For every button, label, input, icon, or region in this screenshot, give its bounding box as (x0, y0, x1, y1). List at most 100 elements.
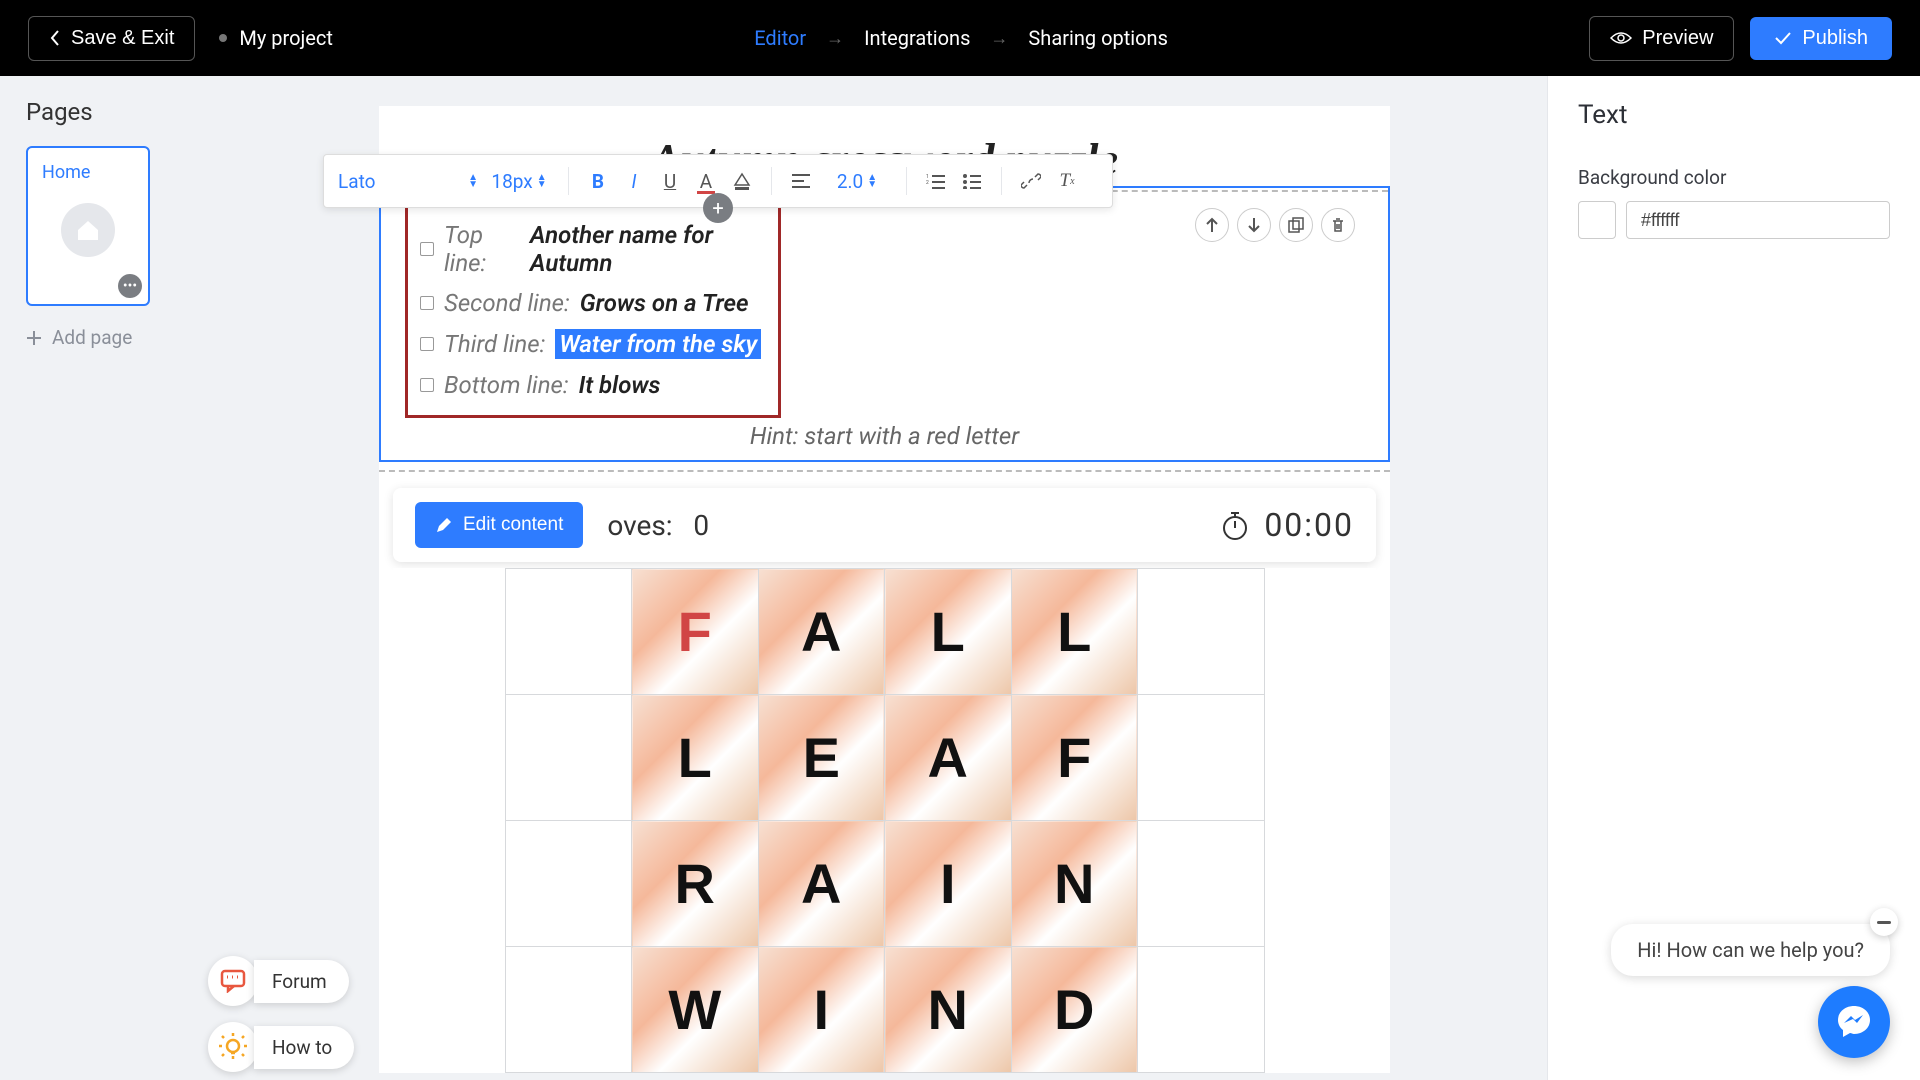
stepper-icon: ▲▼ (468, 174, 478, 188)
publish-button[interactable]: Publish (1750, 17, 1892, 60)
add-block-handle[interactable]: + (703, 193, 733, 223)
grid-cell[interactable]: L (1011, 569, 1138, 695)
grid-cell-empty (505, 947, 632, 1073)
grid-cell[interactable]: W (632, 947, 759, 1073)
canvas-page[interactable]: Autumn crossword puzzle Top line: Anothe… (379, 106, 1390, 1073)
chat-close-button[interactable] (1870, 908, 1898, 936)
clue-value-highlighted: Water from the sky (555, 329, 761, 359)
tab-sharing[interactable]: Sharing options (1028, 26, 1167, 50)
duplicate-button[interactable] (1279, 208, 1313, 242)
bg-color-label: Background color (1578, 166, 1890, 189)
unordered-list-button[interactable] (957, 166, 987, 196)
chat-fab-button[interactable] (1818, 986, 1890, 1058)
grid-letter: I (759, 947, 885, 1072)
widget-status-bar: Edit content oves: 0 00:00 (393, 488, 1376, 562)
grid-cell-empty (505, 695, 632, 821)
chat-message-text: Hi! How can we help you? (1637, 938, 1864, 962)
grid-letter: N (885, 947, 1011, 1072)
puzzle-grid-area[interactable]: FALLLEAFRAINWIND (393, 568, 1376, 1073)
checkbox-icon (420, 378, 434, 392)
italic-button[interactable]: I (619, 166, 649, 196)
save-exit-label: Save & Exit (71, 27, 174, 50)
link-button[interactable] (1016, 166, 1046, 196)
preview-label: Preview (1642, 27, 1713, 50)
forum-button[interactable]: Forum (208, 956, 354, 1006)
puzzle-widget[interactable]: Edit content oves: 0 00:00 FALLLEAFRAINW… (379, 470, 1390, 1073)
grid-cell[interactable]: R (632, 821, 759, 947)
tab-integrations[interactable]: Integrations (864, 26, 970, 50)
move-up-button[interactable] (1195, 208, 1229, 242)
grid-cell[interactable]: I (885, 821, 1012, 947)
chat-message-bubble[interactable]: Hi! How can we help you? (1611, 924, 1890, 976)
underline-button[interactable]: U (655, 166, 685, 196)
canvas-area[interactable]: Autumn crossword puzzle Top line: Anothe… (205, 76, 1547, 1080)
divider (906, 167, 907, 195)
highlight-color-button[interactable] (727, 166, 757, 196)
hint-text[interactable]: Hint: start with a red letter (381, 422, 1388, 450)
grid-cell[interactable]: A (758, 821, 885, 947)
clear-formatting-button[interactable]: Tx (1052, 166, 1082, 196)
page-menu-button[interactable]: ••• (118, 274, 142, 298)
helper-buttons: Forum How to (208, 956, 354, 1072)
clue-line[interactable]: Bottom line: It blows (420, 365, 766, 405)
clue-label: Bottom line: (444, 371, 569, 399)
text-color-button[interactable]: A (691, 166, 721, 196)
howto-button[interactable]: How to (208, 1022, 354, 1072)
stepper-icon: ▲▼ (867, 174, 877, 188)
move-down-button[interactable] (1237, 208, 1271, 242)
line-height-value: 2.0 (837, 170, 863, 193)
grid-cell[interactable]: A (885, 695, 1012, 821)
grid-cell[interactable]: I (758, 947, 885, 1073)
add-page-button[interactable]: Add page (26, 326, 179, 349)
stepper-icon: ▲▼ (537, 174, 547, 188)
delete-button[interactable] (1321, 208, 1355, 242)
grid-cell[interactable]: L (632, 695, 759, 821)
moves-label: oves: (607, 509, 672, 542)
grid-cell[interactable]: A (758, 569, 885, 695)
clue-value: Grows on a Tree (580, 289, 749, 317)
color-swatch[interactable] (1578, 201, 1616, 239)
edit-content-button[interactable]: Edit content (415, 502, 583, 548)
align-button[interactable] (786, 166, 816, 196)
bg-color-input[interactable] (1626, 201, 1890, 239)
grid-cell[interactable]: N (885, 947, 1012, 1073)
grid-letter: L (885, 569, 1011, 694)
grid-letter: D (1012, 947, 1138, 1072)
arrow-right-icon: → (826, 28, 844, 49)
puzzle-grid[interactable]: FALLLEAFRAINWIND (505, 568, 1265, 1073)
grid-letter: W (632, 947, 758, 1072)
bold-button[interactable]: B (583, 166, 613, 196)
project-name-area[interactable]: My project (219, 26, 333, 50)
clue-line[interactable]: Third line: Water from the sky (420, 323, 766, 365)
pages-title: Pages (26, 98, 179, 126)
howto-label: How to (254, 1026, 354, 1069)
font-picker[interactable]: Lato ▲▼ (338, 170, 478, 193)
divider (771, 167, 772, 195)
clue-label: Third line: (444, 330, 545, 358)
clue-line[interactable]: Top line: Another name for Autumn (420, 215, 766, 283)
topbar-right: Preview Publish (1589, 16, 1892, 61)
grid-cell[interactable]: F (1011, 695, 1138, 821)
edit-content-label: Edit content (463, 514, 563, 536)
font-size-picker[interactable]: 18px ▲▼ (484, 170, 554, 193)
moves-counter: oves: 0 (607, 509, 1196, 542)
clue-label: Second line: (444, 289, 570, 317)
page-thumbnail-home[interactable]: Home ••• (26, 146, 150, 306)
grid-cell[interactable]: D (1011, 947, 1138, 1073)
clue-line[interactable]: Second line: Grows on a Tree (420, 283, 766, 323)
grid-letter: R (632, 821, 758, 946)
grid-cell[interactable]: L (885, 569, 1012, 695)
grid-letter: E (759, 695, 885, 820)
publish-label: Publish (1802, 27, 1868, 50)
grid-cell[interactable]: F (632, 569, 759, 695)
save-exit-button[interactable]: Save & Exit (28, 16, 195, 61)
grid-cell[interactable]: N (1011, 821, 1138, 947)
line-height-picker[interactable]: 2.0 ▲▼ (822, 170, 892, 193)
chat-widget: Hi! How can we help you? (1611, 924, 1890, 1058)
clues-box[interactable]: Top line: Another name for Autumn Second… (405, 202, 781, 418)
tab-editor[interactable]: Editor (754, 26, 806, 50)
preview-button[interactable]: Preview (1589, 16, 1734, 61)
grid-cell[interactable]: E (758, 695, 885, 821)
home-icon (61, 203, 115, 257)
ordered-list-button[interactable]: 12 (921, 166, 951, 196)
